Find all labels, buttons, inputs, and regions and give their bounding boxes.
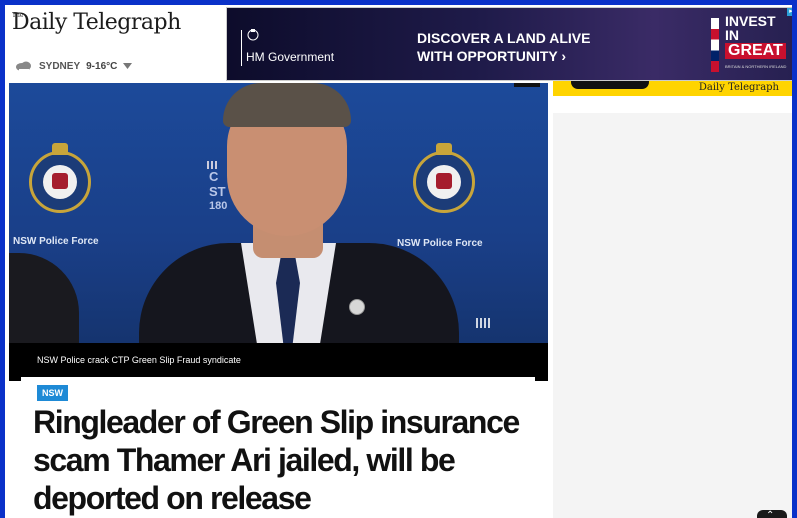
promo-button[interactable] [571,81,649,89]
backdrop-dots [476,318,492,328]
masthead[interactable]: The Daily Telegraph [12,9,181,37]
promo-strip[interactable]: Daily Telegraph [553,81,792,96]
browser-frame: The Daily Telegraph SYDNEY 9-16°C HM Gov… [5,5,792,518]
invest-text: INVEST [725,13,776,29]
in-text: IN [725,27,739,43]
union-flag-icon [711,18,719,72]
hm-government-text: HM Government [241,50,334,64]
advertisement-banner[interactable]: HM Government DISCOVER A LAND ALIVE WITH… [226,7,792,81]
great-text: GREAT [725,43,786,59]
scroll-to-top-button[interactable]: ⌃ [757,510,787,518]
sidebar [553,113,792,518]
ad-info-icon[interactable]: ▸ [787,8,792,16]
video-caption-bar: NSW Police crack CTP Green Slip Fraud sy… [9,343,548,381]
ad-headline[interactable]: DISCOVER A LAND ALIVE WITH OPPORTUNITY › [417,29,590,65]
ad-headline-line2: WITH OPPORTUNITY › [417,48,567,64]
police-badge-icon [29,143,91,215]
backdrop-line: ST [209,184,226,199]
invest-in-great-logo: INVEST IN GREAT BRITAIN & NORTHERN IRELA… [725,14,786,74]
backdrop-text-left: NSW Police Force [13,236,99,247]
great-subtext: BRITAIN & NORTHERN IRELAND [725,64,787,69]
article-header: NSW Ringleader of Green Slip insurance s… [21,377,535,518]
weather-city: SYDNEY [39,60,81,72]
backdrop-partial-text: C ST 180 [209,161,227,214]
backdrop-line: 180 [209,200,228,212]
chevron-down-icon[interactable] [123,63,133,69]
logo-prefix: The [12,12,24,19]
weather-widget[interactable]: SYDNEY 9-16°C [15,60,133,72]
video-top-bar [514,83,540,87]
ad-headline-line1: DISCOVER A LAND ALIVE [417,30,591,46]
category-tag[interactable]: NSW [37,385,68,401]
police-badge-icon [413,143,475,215]
person-hair [223,83,351,127]
weather-cloud-icon [16,61,31,71]
royal-crest-icon [247,29,259,41]
backdrop-line: C [209,169,219,184]
person-silhouette [9,253,79,343]
lapel-pin [349,299,365,315]
hero-video[interactable]: NSW Police Force NSW Police Force C ST 1… [9,83,548,343]
chevron-up-icon: ⌃ [766,510,775,518]
site-logo[interactable]: Daily Telegraph [12,9,181,37]
backdrop-text-right: NSW Police Force [397,238,483,249]
promo-logo: Daily Telegraph [698,82,779,93]
weather-temp: 9-16°C [86,60,118,72]
article-title: Ringleader of Green Slip insurance scam … [33,404,520,516]
video-caption: NSW Police crack CTP Green Slip Fraud sy… [37,355,241,365]
